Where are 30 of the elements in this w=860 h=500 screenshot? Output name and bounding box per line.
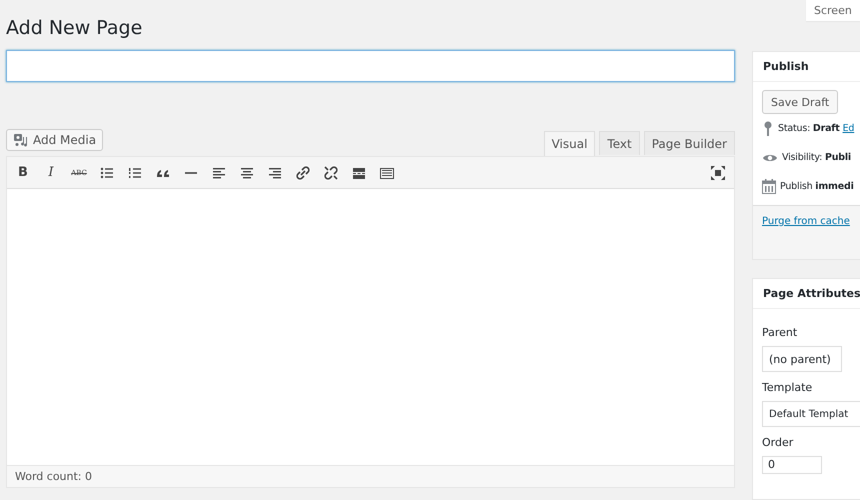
editor-tab[interactable]: Visual bbox=[544, 131, 596, 156]
order-label: Order bbox=[762, 436, 794, 449]
publish-setting: Status: Draft bbox=[778, 123, 840, 134]
calendar-icon bbox=[762, 179, 776, 194]
media-icon bbox=[13, 133, 29, 147]
save-draft-button[interactable]: Save Draft bbox=[762, 90, 838, 114]
bold-button[interactable]: B bbox=[15, 165, 31, 180]
unlink-icon[interactable] bbox=[323, 164, 339, 180]
template-select[interactable]: Default Templat bbox=[762, 401, 860, 427]
pin-icon bbox=[762, 120, 774, 136]
italic-button[interactable]: I bbox=[43, 165, 59, 180]
editor-tab[interactable]: Text bbox=[599, 131, 640, 155]
publish-title: Publish bbox=[753, 52, 860, 82]
link-icon[interactable] bbox=[295, 164, 311, 180]
add-media-button[interactable]: Add Media bbox=[6, 129, 104, 151]
title-field[interactable] bbox=[6, 50, 735, 82]
publish-setting: Publish immedi bbox=[780, 181, 854, 192]
publish-setting: Visibility: Publi bbox=[782, 152, 851, 163]
parent-select[interactable]: (no parent) bbox=[762, 346, 842, 372]
screen-options-tab[interactable]: Screen bbox=[806, 0, 860, 21]
template-label: Template bbox=[762, 381, 814, 394]
fullscreen-icon[interactable] bbox=[710, 164, 726, 180]
order-field[interactable]: 0 bbox=[762, 456, 822, 474]
purge-cache-link[interactable]: Purge from cache bbox=[762, 216, 850, 227]
page-heading: Add New Page bbox=[6, 16, 144, 40]
edit-link[interactable]: Ed bbox=[842, 123, 854, 134]
page-attributes-title: Page Attributes bbox=[753, 279, 860, 309]
word-count: Word count: 0 bbox=[15, 470, 92, 483]
parent-label: Parent bbox=[762, 326, 798, 339]
editor-tab[interactable]: Page Builder bbox=[644, 131, 735, 155]
